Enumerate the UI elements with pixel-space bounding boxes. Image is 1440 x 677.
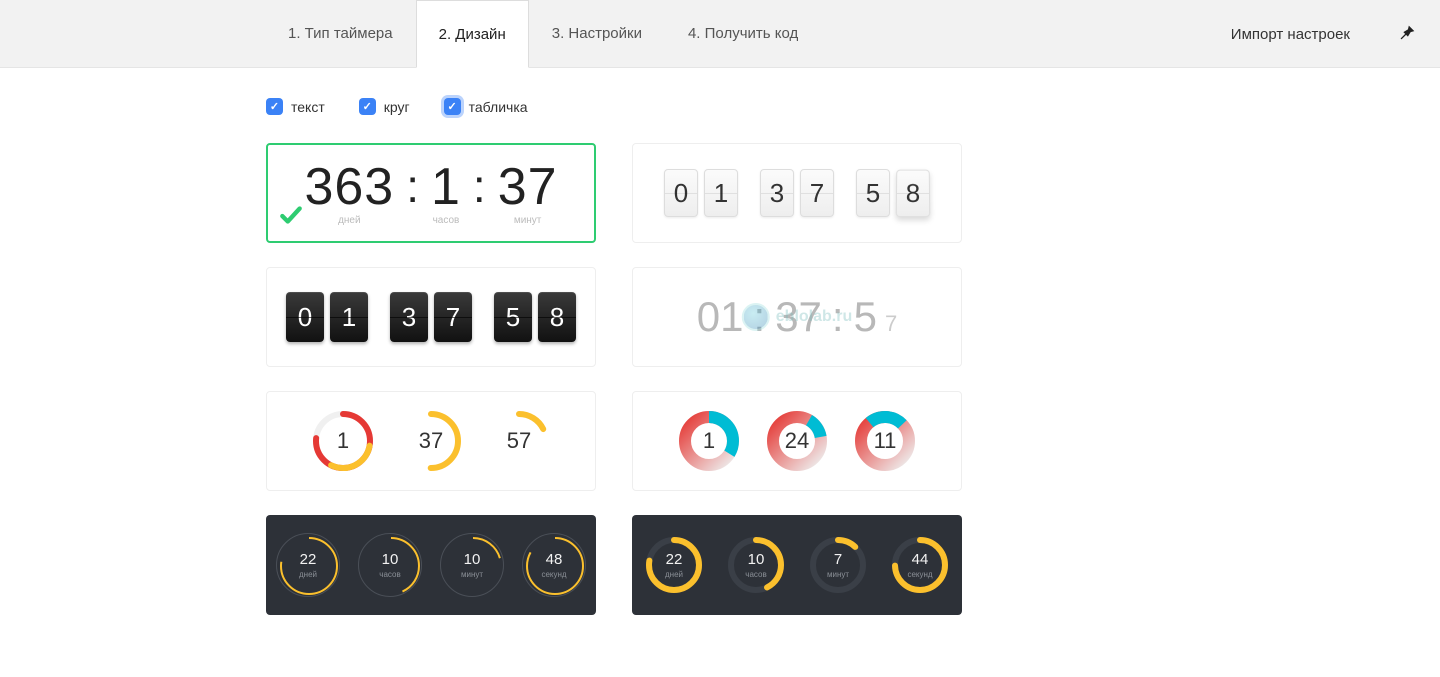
ring-value: 37	[399, 409, 463, 473]
ring-item: 11	[853, 409, 917, 473]
ring-value: 10	[464, 551, 481, 568]
ring-item: 22 дней	[642, 533, 706, 597]
ring-item: 10 часов	[358, 533, 422, 597]
digit: 7	[434, 292, 472, 342]
checkbox-icon: ✓	[444, 98, 461, 115]
checkbox-icon: ✓	[359, 98, 376, 115]
ring-value: 10	[748, 551, 765, 568]
digit: 5	[494, 292, 532, 342]
value: 37	[775, 293, 822, 341]
filter-label: табличка	[469, 99, 528, 115]
ring-item: 48 секунд	[522, 533, 586, 597]
ring-item: 57	[487, 409, 551, 473]
ring-value: 1	[677, 409, 741, 473]
flip-row: 01 37 58	[664, 169, 930, 217]
digit: 0	[664, 169, 698, 217]
tab-settings[interactable]: 3. Настройки	[529, 0, 665, 67]
days-value: 363	[304, 158, 394, 216]
ring-label: секунд	[541, 570, 566, 579]
digit: 1	[704, 169, 738, 217]
design-circles-warm[interactable]: 1 37 57	[266, 391, 596, 491]
hours-label: часов	[431, 215, 461, 226]
ring-value: 10	[382, 551, 399, 568]
check-icon	[278, 202, 304, 233]
ring-label: секунд	[907, 570, 932, 579]
hours-value: 1	[431, 158, 461, 216]
ring-value: 1	[311, 409, 375, 473]
digit: 8	[896, 170, 931, 218]
value: 5	[854, 293, 877, 341]
ring-item: 44 секунд	[888, 533, 952, 597]
ring-label: минут	[461, 570, 483, 579]
value: 01	[697, 293, 744, 341]
digit: 8	[538, 292, 576, 342]
design-circles-cool[interactable]: 1 24 11	[632, 391, 962, 491]
ring-item: 10 часов	[724, 533, 788, 597]
digit: 7	[800, 169, 834, 217]
top-tabs-bar: 1. Тип таймера 2. Дизайн 3. Настройки 4.…	[0, 0, 1440, 68]
digit: 0	[286, 292, 324, 342]
checkbox-icon: ✓	[266, 98, 283, 115]
design-flip-light[interactable]: 01 37 58	[632, 143, 962, 243]
thin-text: 01: 37: 5 7	[697, 293, 897, 341]
ring-item: 37	[399, 409, 463, 473]
ring-item: 22 дней	[276, 533, 340, 597]
digit: 5	[856, 169, 890, 217]
design-dark-thick[interactable]: 22 дней 10 часов 7 минут 44 секунд	[632, 515, 962, 615]
design-grid: 363дней : 1часов : 37минут 01 37 58 01 3…	[266, 143, 1440, 615]
filter-tablet[interactable]: ✓ табличка	[444, 98, 528, 115]
filter-text[interactable]: ✓ текст	[266, 98, 325, 115]
ring-value: 7	[834, 551, 842, 568]
ring-label: дней	[665, 570, 683, 579]
ring-row: 22 дней 10 часов 7 минут 44 секунд	[642, 533, 952, 597]
import-settings-link[interactable]: Импорт настроек	[1231, 0, 1350, 68]
ring-row: 1 37 57	[311, 409, 551, 473]
ring-label: часов	[379, 570, 400, 579]
ring-item: 10 минут	[440, 533, 504, 597]
digit: 3	[390, 292, 428, 342]
tab-timer-type[interactable]: 1. Тип таймера	[265, 0, 416, 67]
ring-item: 7 минут	[806, 533, 870, 597]
tab-get-code[interactable]: 4. Получить код	[665, 0, 821, 67]
ring-row: 22 дней 10 часов 10 минут 48 секунд	[276, 533, 586, 597]
flip-row: 01 37 58	[286, 292, 576, 342]
design-dark-thin[interactable]: 22 дней 10 часов 10 минут 48 секунд	[266, 515, 596, 615]
design-thin-gray[interactable]: eblolab.ru 01: 37: 5 7	[632, 267, 962, 367]
tab-design[interactable]: 2. Дизайн	[416, 0, 529, 68]
ring-value: 48	[546, 551, 563, 568]
digit: 3	[760, 169, 794, 217]
ring-value: 22	[666, 551, 683, 568]
ring-row: 1 24 11	[677, 409, 917, 473]
seconds-small: 7	[885, 311, 897, 337]
design-text-large[interactable]: 363дней : 1часов : 37минут	[266, 143, 596, 243]
filter-circle[interactable]: ✓ круг	[359, 98, 410, 115]
content-area: ✓ текст ✓ круг ✓ табличка 363дней : 1час…	[0, 68, 1440, 675]
ring-item: 24	[765, 409, 829, 473]
ring-value: 44	[912, 551, 929, 568]
days-label: дней	[304, 215, 394, 226]
ring-item: 1	[311, 409, 375, 473]
timer-text: 363дней : 1часов : 37минут	[304, 161, 557, 226]
filter-label: текст	[291, 99, 325, 115]
design-flip-dark[interactable]: 01 37 58	[266, 267, 596, 367]
filter-label: круг	[384, 99, 410, 115]
ring-label: дней	[299, 570, 317, 579]
ring-value: 24	[765, 409, 829, 473]
ring-label: часов	[745, 570, 766, 579]
pin-icon[interactable]	[1396, 22, 1418, 49]
minutes-value: 37	[498, 158, 558, 216]
ring-value: 11	[853, 409, 917, 473]
digit: 1	[330, 292, 368, 342]
ring-label: минут	[827, 570, 849, 579]
minutes-label: минут	[498, 215, 558, 226]
ring-value: 22	[300, 551, 317, 568]
ring-value: 57	[487, 409, 551, 473]
ring-item: 1	[677, 409, 741, 473]
filters-row: ✓ текст ✓ круг ✓ табличка	[266, 98, 1440, 115]
